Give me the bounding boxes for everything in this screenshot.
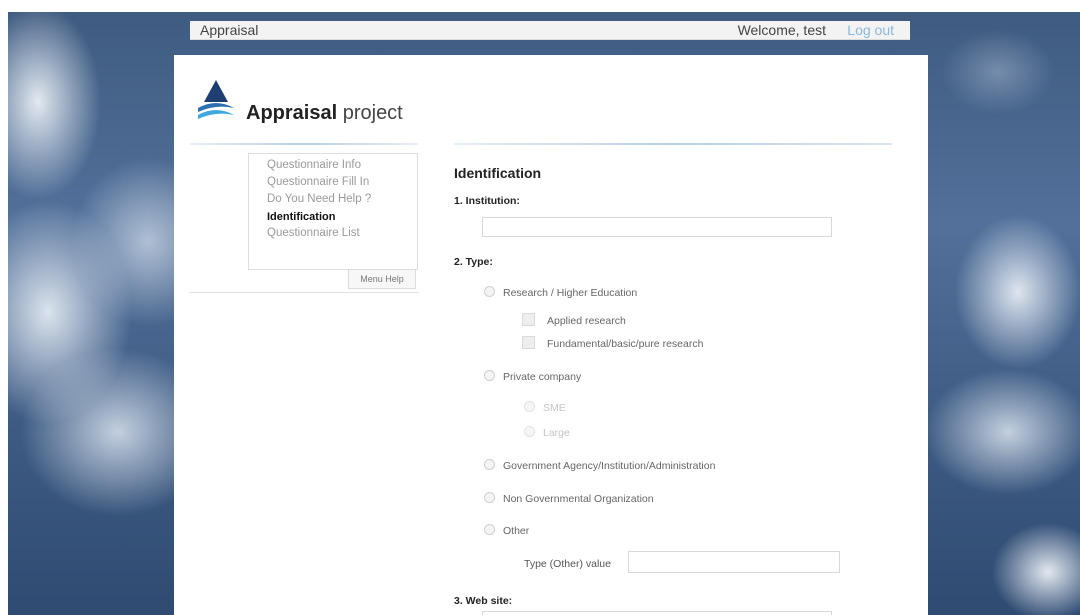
appraisal-logo-icon (198, 80, 234, 119)
option-private-label: Private company (503, 371, 582, 383)
option-private[interactable]: Private company (484, 370, 581, 383)
sidebar-menu: Questionnaire Info Questionnaire Fill In… (248, 153, 418, 270)
sidebar-item-questionnaire-list[interactable]: Questionnaire List (267, 227, 360, 239)
institution-input[interactable] (482, 217, 832, 237)
option-government[interactable]: Government Agency/Institution/Administra… (484, 459, 715, 472)
menu-help-button[interactable]: Menu Help (348, 269, 416, 289)
option-government-label: Government Agency/Institution/Administra… (503, 460, 716, 472)
radio-research[interactable] (484, 286, 495, 297)
option-ngo[interactable]: Non Governmental Organization (484, 492, 654, 505)
option-applied[interactable]: Applied research (522, 313, 626, 327)
top-bar: Appraisal Welcome, test Log out (190, 21, 910, 40)
radio-other[interactable] (484, 524, 495, 535)
q1-label: 1. Institution: (454, 195, 520, 207)
welcome-text: Welcome, test (737, 22, 826, 38)
q2-label: 2. Type: (454, 256, 493, 268)
logout-link[interactable]: Log out (847, 22, 894, 38)
option-applied-label: Applied research (547, 315, 626, 327)
main-panel: Appraisal project Questionnaire Info Que… (174, 55, 928, 615)
app-title: Appraisal (200, 22, 259, 38)
radio-ngo[interactable] (484, 492, 495, 503)
option-research[interactable]: Research / Higher Education (484, 286, 637, 299)
option-other[interactable]: Other (484, 524, 529, 537)
radio-large[interactable] (524, 426, 535, 437)
checkbox-fundamental[interactable] (522, 336, 535, 349)
brand-title: Appraisal project (246, 102, 403, 125)
option-sme[interactable]: SME (524, 401, 566, 414)
option-large-label: Large (543, 427, 570, 439)
option-fundamental[interactable]: Fundamental/basic/pure research (522, 336, 703, 350)
sidebar-bottom-divider (190, 292, 418, 293)
radio-private[interactable] (484, 370, 495, 381)
other-value-input[interactable] (628, 551, 840, 573)
website-input[interactable] (482, 611, 832, 615)
checkbox-applied[interactable] (522, 313, 535, 326)
radio-sme[interactable] (524, 401, 535, 412)
brand-name-bold: Appraisal (246, 102, 338, 124)
brand-name-light: project (337, 102, 403, 124)
sidebar-item-identification[interactable]: Identification (267, 211, 335, 223)
option-large[interactable]: Large (524, 426, 570, 439)
sidebar-item-questionnaire-info[interactable]: Questionnaire Info (267, 159, 361, 171)
option-research-label: Research / Higher Education (503, 287, 638, 299)
option-other-label: Other (503, 525, 530, 537)
sidebar-item-questionnaire-fill-in[interactable]: Questionnaire Fill In (267, 176, 369, 188)
option-sme-label: SME (543, 402, 566, 414)
other-value-label: Type (Other) value (524, 558, 611, 570)
radio-government[interactable] (484, 459, 495, 470)
q3-label: 3. Web site: (454, 595, 513, 607)
sidebar-item-need-help[interactable]: Do You Need Help ? (267, 193, 371, 205)
option-ngo-label: Non Governmental Organization (503, 493, 654, 505)
sidebar-divider (190, 143, 418, 145)
option-fundamental-label: Fundamental/basic/pure research (547, 338, 704, 350)
section-title: Identification (454, 165, 542, 181)
content-divider (454, 143, 892, 145)
